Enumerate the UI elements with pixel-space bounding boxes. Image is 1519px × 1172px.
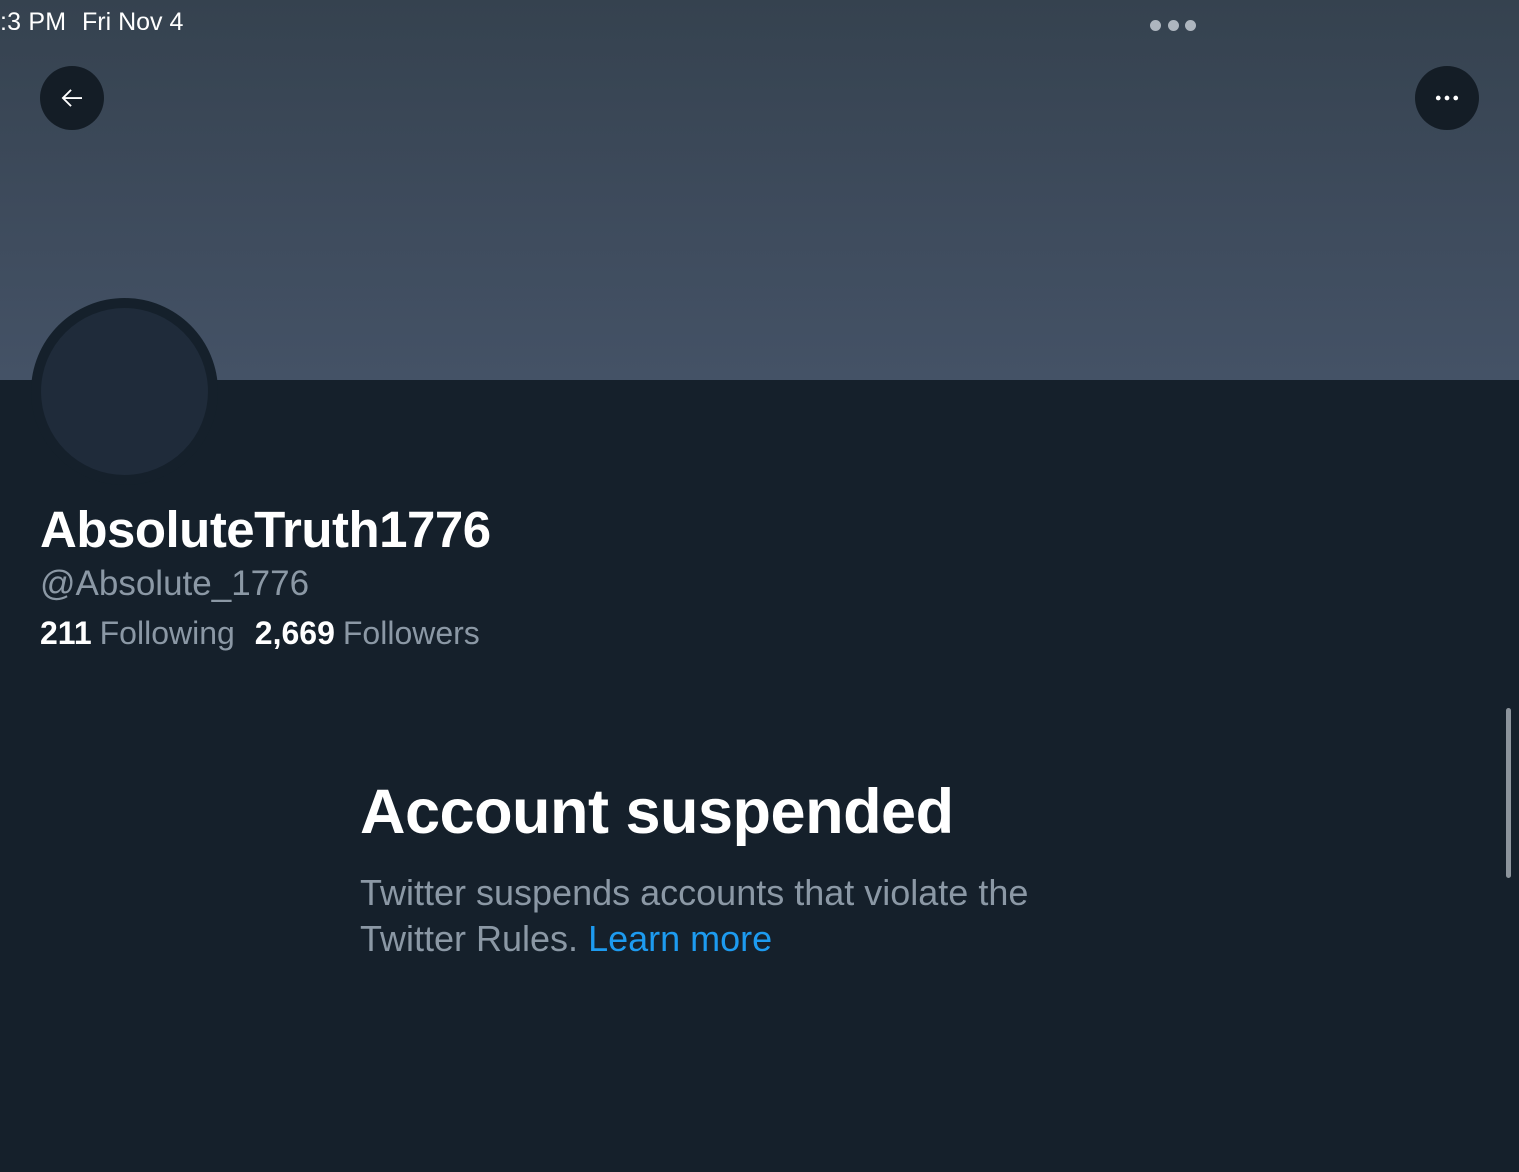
profile-page: :3 PM Fri Nov 4 AbsoluteTruth1776 @Absol… [0,0,1519,1172]
status-bar: :3 PM Fri Nov 4 [0,0,1519,48]
multitasking-dots-icon[interactable] [1150,19,1196,31]
more-options-button[interactable] [1415,66,1479,130]
profile-stats: 211 Following 2,669 Followers [40,615,480,652]
profile-banner [0,0,1519,380]
avatar [41,308,208,475]
display-name: AbsoluteTruth1776 [40,501,491,558]
followers-count: 2,669 [254,615,335,651]
following-label: Following [99,615,235,651]
learn-more-link[interactable]: Learn more [588,918,772,959]
followers-link[interactable]: 2,669 Followers [255,615,480,652]
scrollbar[interactable] [1506,708,1511,878]
following-count: 211 [40,615,92,651]
suspension-message-line2: Twitter Rules. [360,918,579,959]
status-time: :3 PM [0,8,67,36]
suspension-message-line1: Twitter suspends accounts that violate t… [360,872,1029,913]
following-link[interactable]: 211 Following [40,615,235,652]
back-button[interactable] [40,66,104,130]
arrow-left-icon [61,89,82,107]
suspension-title: Account suspended [360,777,954,847]
user-handle: @Absolute_1776 [40,564,310,603]
followers-label: Followers [342,615,480,651]
ellipsis-horizontal-icon [1435,95,1459,101]
avatar-border [31,298,218,485]
suspension-message: Twitter suspends accounts that violate t… [360,870,1120,962]
status-date: Fri Nov 4 [82,8,184,36]
